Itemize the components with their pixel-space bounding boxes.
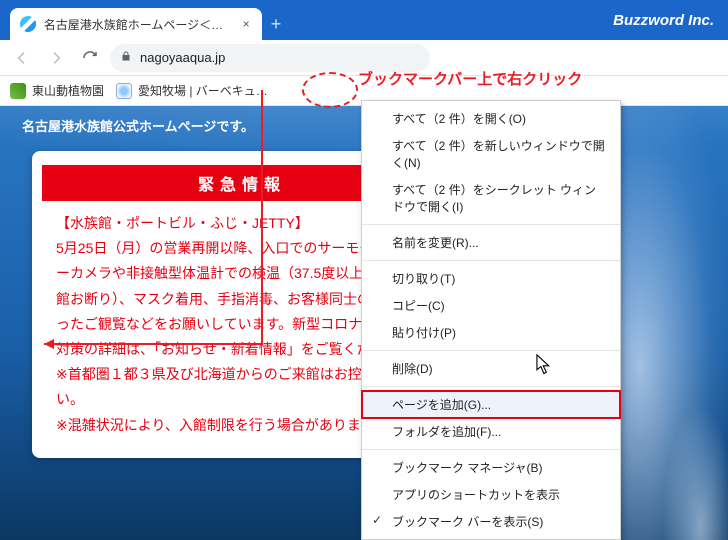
menu-copy[interactable]: コピー(C) (362, 292, 620, 319)
menu-show-app-shortcuts[interactable]: アプリのショートカットを表示 (362, 481, 620, 508)
annotation-label: ブックマークバー上で右クリック (358, 68, 582, 89)
back-button[interactable] (8, 44, 36, 72)
menu-show-bookmark-bar[interactable]: ブックマーク バーを表示(S) (362, 508, 620, 535)
reload-button[interactable] (76, 44, 104, 72)
menu-separator (362, 260, 620, 261)
tab-active[interactable]: 名古屋港水族館ホームページ＜公式 × (10, 8, 262, 40)
annotation-arrow (30, 90, 330, 362)
menu-add-folder[interactable]: フォルダを追加(F)... (362, 418, 620, 445)
menu-open-all-incognito[interactable]: すべて（2 件）をシークレット ウィンドウで開く(I) (362, 176, 620, 220)
tab-close-icon[interactable]: × (240, 18, 252, 30)
menu-separator (362, 386, 620, 387)
lock-icon (120, 50, 132, 65)
menu-rename[interactable]: 名前を変更(R)... (362, 229, 620, 256)
context-menu: すべて（2 件）を開く(O) すべて（2 件）を新しいウィンドウで開く(N) す… (361, 100, 621, 540)
forward-button[interactable] (42, 44, 70, 72)
publisher-brand: Buzzword Inc. (613, 12, 714, 29)
menu-separator (362, 449, 620, 450)
menu-open-all[interactable]: すべて（2 件）を開く(O) (362, 105, 620, 132)
menu-cut[interactable]: 切り取り(T) (362, 265, 620, 292)
tab-title: 名古屋港水族館ホームページ＜公式 (44, 16, 232, 33)
bookmark-favicon (10, 83, 26, 99)
menu-separator (362, 350, 620, 351)
menu-delete[interactable]: 削除(D) (362, 355, 620, 382)
menu-add-page[interactable]: ページを追加(G)... (362, 391, 620, 418)
menu-bookmark-manager[interactable]: ブックマーク マネージャ(B) (362, 454, 620, 481)
cursor-icon (536, 354, 552, 376)
browser-window: 名古屋港水族館ホームページ＜公式 × + Buzzword Inc. nagoy… (0, 0, 728, 540)
url-text: nagoyaaqua.jp (140, 50, 225, 65)
menu-open-all-new-window[interactable]: すべて（2 件）を新しいウィンドウで開く(N) (362, 132, 620, 176)
new-tab-button[interactable]: + (262, 8, 290, 40)
titlebar: 名古屋港水族館ホームページ＜公式 × + Buzzword Inc. (0, 0, 728, 40)
menu-paste[interactable]: 貼り付け(P) (362, 319, 620, 346)
site-favicon (20, 16, 36, 32)
menu-separator (362, 224, 620, 225)
